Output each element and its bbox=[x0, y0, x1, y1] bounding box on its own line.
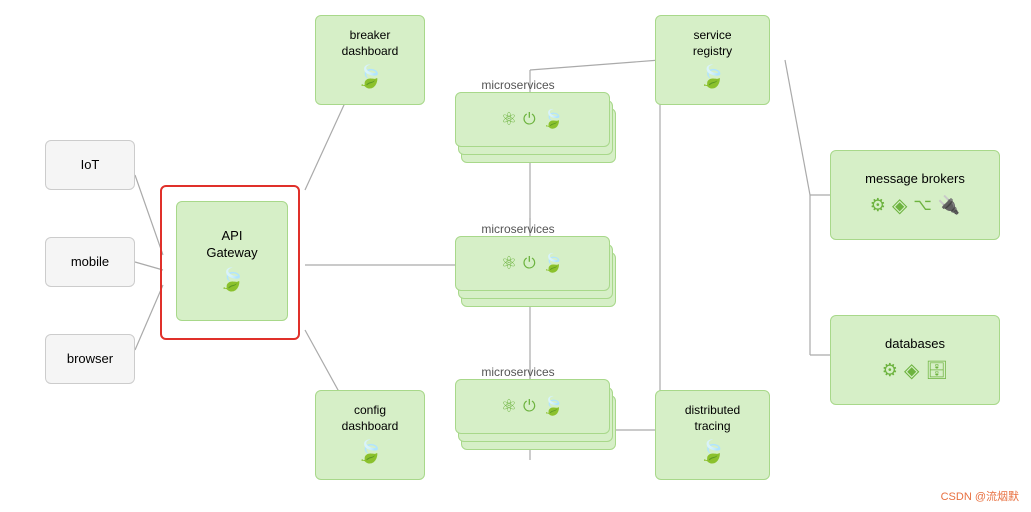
db-diamond-icon: ◈ bbox=[904, 358, 919, 384]
spring-leaf-registry-icon: 🍃 bbox=[699, 63, 726, 92]
broker-branch-icon: ⌥ bbox=[913, 196, 931, 217]
mobile-box: mobile bbox=[45, 237, 135, 287]
diagram: IoT mobile browser API Gateway 🍃 breaker… bbox=[0, 0, 1031, 512]
browser-box: browser bbox=[45, 334, 135, 384]
message-brokers-label: message brokers bbox=[865, 171, 965, 188]
distributed-tracing-label: distributed tracing bbox=[685, 403, 740, 434]
service-registry-box: service registry 🍃 bbox=[655, 15, 770, 105]
spring-leaf-gateway-icon: 🍃 bbox=[218, 266, 245, 295]
config-dashboard-box: config dashboard 🍃 bbox=[315, 390, 425, 480]
ms-top-atom-icon-front: ⚛ bbox=[501, 109, 517, 130]
service-registry-label: service registry bbox=[693, 28, 732, 59]
ms-top-label: microservices bbox=[458, 78, 578, 92]
db-icons-row: ⚙ ◈ 🗄 bbox=[882, 358, 948, 384]
config-dashboard-label: config dashboard bbox=[342, 403, 399, 434]
ms-top-power-icon-front: ⏻ bbox=[523, 111, 536, 129]
broker-gear-icon: ⚙ bbox=[870, 194, 886, 217]
iot-label: IoT bbox=[81, 157, 100, 174]
spring-leaf-tracing-icon: 🍃 bbox=[699, 438, 726, 467]
api-gateway-outer[interactable]: API Gateway 🍃 bbox=[160, 185, 300, 340]
databases-label: databases bbox=[885, 336, 945, 353]
api-gateway-label: API Gateway bbox=[206, 228, 257, 262]
broker-diamond-icon: ◈ bbox=[892, 193, 907, 219]
breaker-dashboard-box: breaker dashboard 🍃 bbox=[315, 15, 425, 105]
iot-box: IoT bbox=[45, 140, 135, 190]
spring-leaf-config-icon: 🍃 bbox=[356, 438, 383, 467]
watermark: CSDN @流烟默 bbox=[941, 488, 1019, 504]
breaker-dashboard-label: breaker dashboard bbox=[342, 28, 399, 59]
browser-label: browser bbox=[67, 351, 113, 368]
ms-mid-label: microservices bbox=[458, 222, 578, 236]
distributed-tracing-box: distributed tracing 🍃 bbox=[655, 390, 770, 480]
mobile-label: mobile bbox=[71, 254, 109, 271]
message-brokers-box: message brokers ⚙ ◈ ⌥ 🔌 bbox=[830, 150, 1000, 240]
ms-bot-label: microservices bbox=[458, 365, 578, 379]
databases-box: databases ⚙ ◈ 🗄 bbox=[830, 315, 1000, 405]
db-stack-icon: 🗄 bbox=[925, 359, 948, 382]
broker-plug-icon: 🔌 bbox=[938, 194, 960, 217]
broker-icons-row: ⚙ ◈ ⌥ 🔌 bbox=[870, 193, 960, 219]
db-gear-icon: ⚙ bbox=[882, 359, 898, 382]
spring-leaf-breaker-icon: 🍃 bbox=[356, 63, 383, 92]
api-gateway-inner[interactable]: API Gateway 🍃 bbox=[176, 201, 288, 321]
ms-top-leaf-icon-front: 🍃 bbox=[542, 109, 564, 130]
